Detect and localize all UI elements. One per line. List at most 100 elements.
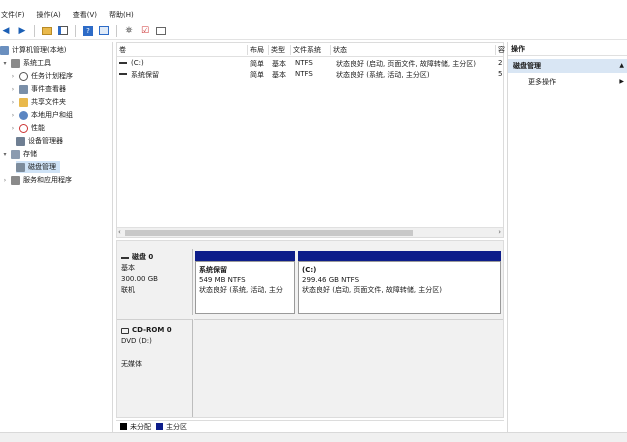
cell-layout: 简单 [250,60,264,68]
tree-item-local-users[interactable]: › 本地用户和组 [10,109,73,121]
scrollbar-thumb[interactable] [125,230,413,236]
toolbar-separator [34,24,35,37]
disk-type: 基本 [121,264,135,272]
back-arrow-icon[interactable]: ◀ [0,25,12,37]
tree-item-task-scheduler[interactable]: › 任务计划程序 [10,70,73,82]
volume-list: 卷 布局 类型 文件系统 状态 容 (C:) 简单 基本 NTFS 状态良好 (… [116,42,505,238]
collapse-arrow-icon[interactable]: › [10,125,16,132]
partition-name: (C:) [302,266,317,274]
tree-item-performance[interactable]: › 性能 [10,122,45,134]
toolbar: ◀ ▶ ? ⛯ ☑ [0,22,627,40]
volume-icon [119,73,127,75]
cdrom-icon [121,327,129,334]
title-bar [0,0,627,8]
list-header: 卷 布局 类型 文件系统 状态 容 [117,43,505,57]
menu-view[interactable]: 查看(V) [72,10,98,20]
cdrom-0-label[interactable]: CD-ROM 0 DVD (D:) 无媒体 [117,319,193,417]
clock-icon [19,71,28,81]
collapse-arrow-icon[interactable]: › [10,86,16,93]
cell-status: 状态良好 (启动, 页面文件, 故障转储, 主分区) [336,60,477,68]
storage-icon [11,149,20,159]
show-hide-tree-icon[interactable] [57,25,69,37]
tree-item-shared-folders[interactable]: › 共享文件夹 [10,96,66,108]
cdrom-empty-area [194,319,503,417]
cell-fs: NTFS [295,70,313,78]
tree-label: 设备管理器 [28,137,63,145]
disk-name: 磁盘 0 [132,253,154,261]
actions-section-disk-management[interactable]: 磁盘管理 ▲ [508,59,627,73]
tree-label: 共享文件夹 [31,98,66,106]
tree-item-disk-management[interactable]: 磁盘管理 [16,161,60,173]
column-header-fs[interactable]: 文件系统 [291,45,331,55]
tree-item-device-manager[interactable]: 设备管理器 [16,135,63,147]
section-label: 磁盘管理 [513,62,541,70]
performance-icon [19,123,28,133]
collapse-arrow-icon[interactable]: › [10,99,16,106]
partition-bar [298,251,501,261]
connect-icon[interactable]: ⛯ [123,25,135,37]
expand-arrow-icon[interactable]: ▾ [2,151,8,158]
scroll-right-icon[interactable]: › [498,228,501,236]
forward-arrow-icon[interactable]: ▶ [16,25,28,37]
properties-icon[interactable] [98,25,110,37]
menu-file[interactable]: 文件(F) [0,10,26,20]
expand-arrow-icon[interactable]: ▾ [2,60,8,67]
cell-volume: 系统保留 [131,71,159,79]
up-folder-icon[interactable] [41,25,53,37]
column-header-volume[interactable]: 卷 [117,45,248,55]
tree-label: 计算机管理(本地) [12,46,67,54]
disk-0-label[interactable]: 磁盘 0 基本 300.00 GB 联机 [117,249,193,315]
collapse-up-icon[interactable]: ▲ [619,59,624,73]
help-icon[interactable]: ? [82,25,94,37]
more-actions-item[interactable]: 更多操作 ▶ [528,76,626,88]
users-icon [19,110,28,120]
cell-layout: 简单 [250,71,264,79]
services-icon [11,175,20,185]
partition-system-reserved[interactable]: 系统保留 549 MB NTFS 状态良好 (系统, 活动, 主分 [195,261,295,314]
tree-item-root[interactable]: 计算机管理(本地) [0,44,66,56]
horizontal-scrollbar[interactable]: ‹ › [117,227,503,237]
status-bar [0,432,627,442]
column-header-capacity[interactable]: 容 [496,45,505,55]
menu-bar: 文件(F) 操作(A) 查看(V) 帮助(H) [0,8,627,22]
tree-label: 存储 [23,150,37,158]
check-icon[interactable]: ☑ [139,25,151,37]
menu-help[interactable]: 帮助(H) [108,10,135,20]
partition-c[interactable]: (C:) 299.46 GB NTFS 状态良好 (启动, 页面文件, 故障转储… [298,261,501,314]
partition-status: 状态良好 (系统, 活动, 主分 [199,286,283,294]
collapse-arrow-icon[interactable]: › [2,177,8,184]
computer-icon [0,45,9,55]
tools-icon [11,58,20,68]
cdrom-media: 无媒体 [121,360,142,368]
tree-item-event-viewer[interactable]: › 事件查看器 [10,83,66,95]
device-manager-icon [16,136,25,146]
collapse-arrow-icon[interactable]: › [10,73,16,80]
tree-item-services-apps[interactable]: › 服务和应用程序 [2,174,72,186]
tree-label: 任务计划程序 [31,72,73,80]
scroll-left-icon[interactable]: ‹ [118,228,121,236]
column-header-status[interactable]: 状态 [331,45,496,55]
legend-unallocated: 未分配 [130,422,151,431]
cell-volume: (C:) [131,59,144,67]
tree-label: 服务和应用程序 [23,176,72,184]
cell-status: 状态良好 (系统, 活动, 主分区) [336,71,430,79]
view-icon[interactable] [155,25,167,37]
tree-item-storage[interactable]: ▾ 存储 [2,148,37,160]
column-header-layout[interactable]: 布局 [248,45,269,55]
collapse-arrow-icon[interactable]: › [10,112,16,119]
cdrom-name-row: CD-ROM 0 [121,325,172,336]
partition-size: 549 MB NTFS [199,276,246,284]
table-row[interactable]: 系统保留 简单 基本 NTFS 状态良好 (系统, 活动, 主分区) 5 [117,69,503,80]
more-actions-label: 更多操作 [528,78,556,86]
tree-label: 本地用户和组 [31,111,73,119]
shared-folder-icon [19,97,28,107]
menu-action[interactable]: 操作(A) [36,10,62,20]
toolbar-separator [116,24,117,37]
tree-item-system-tools[interactable]: ▾ 系统工具 [2,57,51,69]
partition-status: 状态良好 (启动, 页面文件, 故障转储, 主分区) [302,286,443,294]
unallocated-swatch [120,423,127,430]
toolbar-separator [75,24,76,37]
column-header-type[interactable]: 类型 [269,45,291,55]
tree-label: 事件查看器 [31,85,66,93]
table-row[interactable]: (C:) 简单 基本 NTFS 状态良好 (启动, 页面文件, 故障转储, 主分… [117,58,503,69]
